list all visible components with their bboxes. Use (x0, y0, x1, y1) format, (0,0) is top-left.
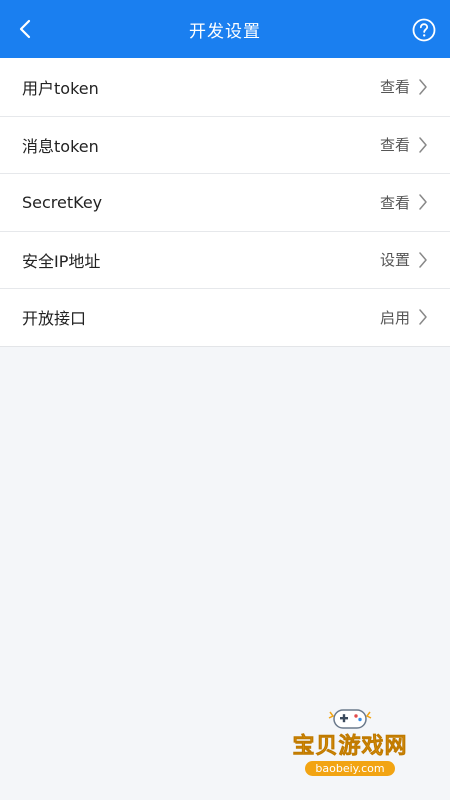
setting-message-token[interactable]: 消息token 查看 (0, 115, 450, 174)
chevron-right-icon (416, 308, 430, 326)
chevron-right-icon (416, 251, 430, 269)
chevron-right-icon (416, 193, 430, 211)
chevron-right-icon (416, 78, 430, 96)
question-circle-icon (412, 18, 436, 42)
setting-action: 查看 (379, 193, 410, 212)
settings-list: 用户token 查看 消息token 查看 SecretKey 查看 安全IP地… (0, 58, 450, 347)
chevron-left-icon (19, 19, 31, 39)
back-button[interactable] (10, 14, 40, 44)
setting-action: 查看 (379, 78, 410, 97)
watermark-logo: 宝贝游戏网 baobeiy.com (270, 706, 430, 796)
setting-action: 设置 (379, 251, 410, 270)
setting-action: 启用 (379, 308, 410, 327)
setting-label: 消息token (22, 136, 99, 156)
setting-label: 开放接口 (22, 309, 87, 329)
page-title: 开发设置 (189, 21, 261, 42)
watermark-text: 宝贝游戏网 (292, 734, 408, 760)
setting-action: 查看 (379, 136, 410, 155)
setting-user-token[interactable]: 用户token 查看 (0, 58, 450, 116)
help-button[interactable] (412, 18, 436, 42)
setting-label: 安全IP地址 (22, 251, 101, 271)
setting-label: 用户token (22, 78, 99, 98)
chevron-right-icon (416, 136, 430, 154)
watermark-url: baobeiy.com (305, 761, 395, 776)
header-bar: 开发设置 (0, 0, 450, 58)
setting-open-api[interactable]: 开放接口 启用 (0, 288, 450, 346)
setting-label: SecretKey (22, 192, 103, 212)
setting-secret-key[interactable]: SecretKey 查看 (0, 173, 450, 231)
setting-secure-ip[interactable]: 安全IP地址 设置 (0, 230, 450, 289)
